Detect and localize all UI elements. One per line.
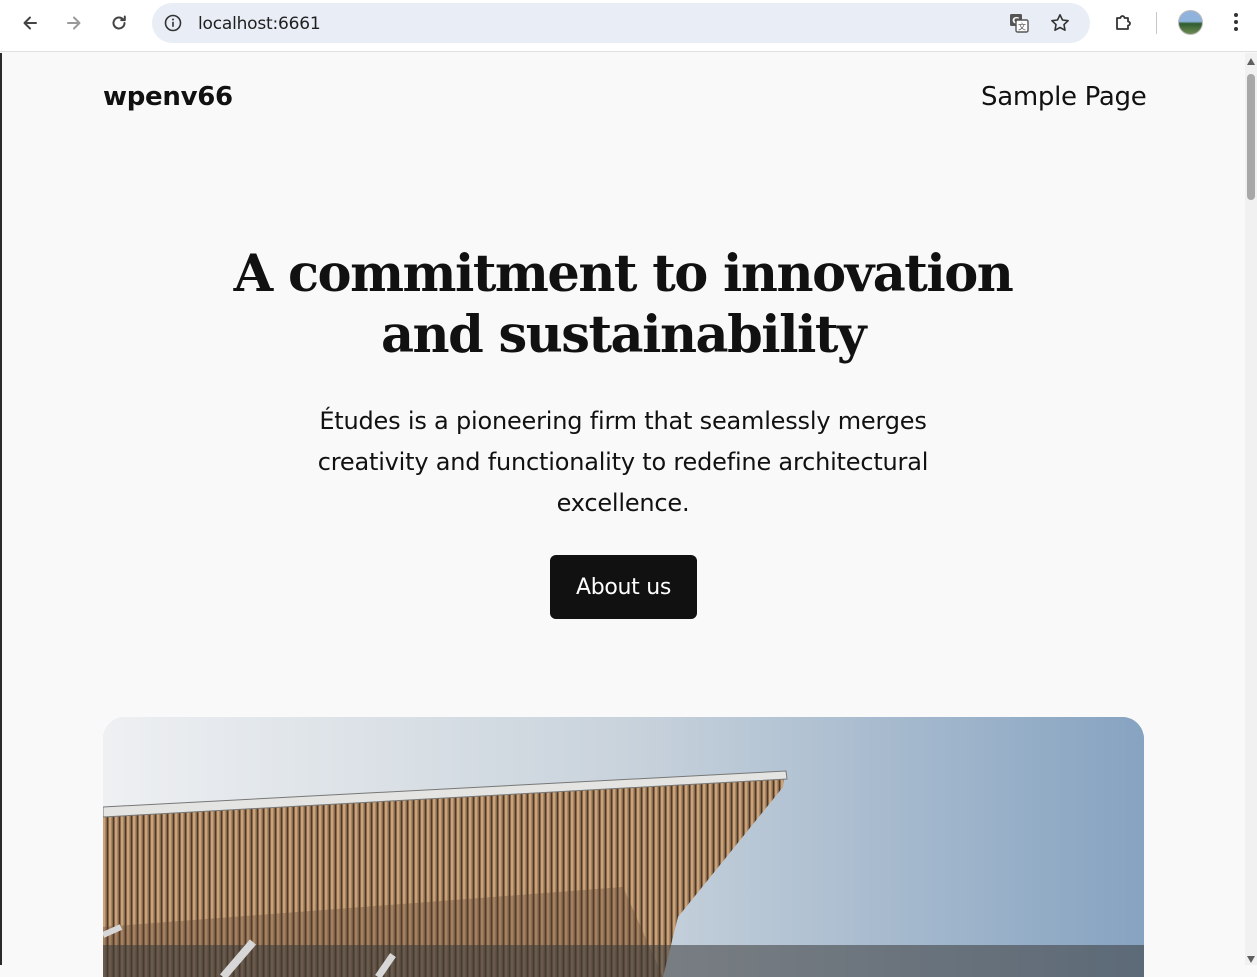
hero-heading-line1: A commitment to innovation	[233, 244, 1014, 304]
nav-sample-page[interactable]: Sample Page	[981, 82, 1147, 112]
scroll-up-arrow-icon[interactable]	[1247, 58, 1255, 65]
hero-description: Études is a pioneering firm that seamles…	[317, 407, 929, 517]
hero-heading-line2: and sustainability	[380, 305, 867, 365]
scrollbar-thumb[interactable]	[1247, 74, 1255, 200]
more-menu-icon[interactable]	[1222, 8, 1250, 36]
scroll-down-arrow-icon[interactable]	[1247, 956, 1255, 963]
bookmark-star-icon[interactable]	[1049, 12, 1071, 34]
back-button[interactable]	[13, 6, 47, 40]
browser-toolbar: localhost:6661 G文	[0, 0, 1257, 52]
svg-text:文: 文	[1018, 22, 1026, 32]
hero-image	[103, 717, 1144, 977]
site-title[interactable]: wpenv66	[103, 82, 233, 112]
reload-button[interactable]	[102, 6, 136, 40]
extensions-puzzle-icon[interactable]	[1110, 8, 1138, 36]
arrow-left-icon	[23, 16, 37, 30]
translate-icon[interactable]: G文	[1008, 12, 1030, 34]
arrow-right-icon	[67, 16, 81, 30]
url-text[interactable]: localhost:6661	[198, 14, 321, 34]
site-info-icon[interactable]	[162, 12, 184, 34]
reload-icon	[112, 15, 126, 30]
address-bar[interactable]: localhost:6661 G文	[152, 3, 1090, 43]
window-edge	[0, 53, 2, 965]
hero-heading: A commitment to innovation and sustainab…	[200, 244, 1046, 366]
toolbar-divider	[1156, 12, 1157, 34]
profile-avatar[interactable]	[1178, 10, 1203, 35]
building-canopy-image	[103, 717, 1144, 977]
forward-button[interactable]	[57, 6, 91, 40]
about-us-button[interactable]: About us	[550, 555, 697, 619]
